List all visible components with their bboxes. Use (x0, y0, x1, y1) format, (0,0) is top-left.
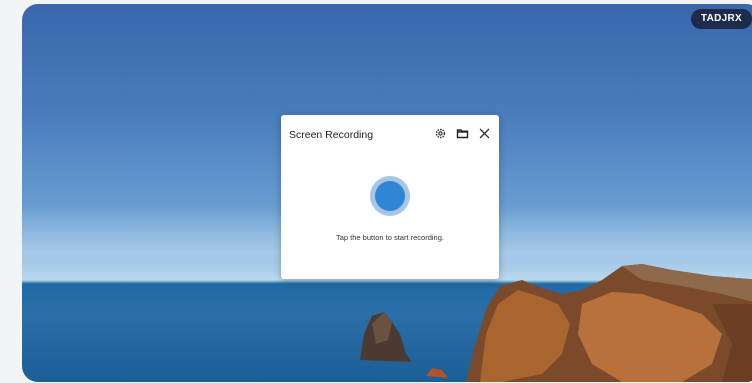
dialog-title: Screen Recording (289, 129, 374, 141)
screen-recording-dialog: Screen Recording Tap the button to start… (281, 115, 499, 279)
folder-icon[interactable] (456, 127, 469, 140)
close-icon[interactable] (478, 127, 491, 140)
record-button[interactable] (370, 176, 410, 216)
dialog-toolbar (434, 127, 491, 140)
user-badge: TADJRX (690, 9, 752, 29)
gear-icon[interactable] (434, 127, 447, 140)
recording-hint: Tap the button to start recording. (336, 233, 444, 242)
